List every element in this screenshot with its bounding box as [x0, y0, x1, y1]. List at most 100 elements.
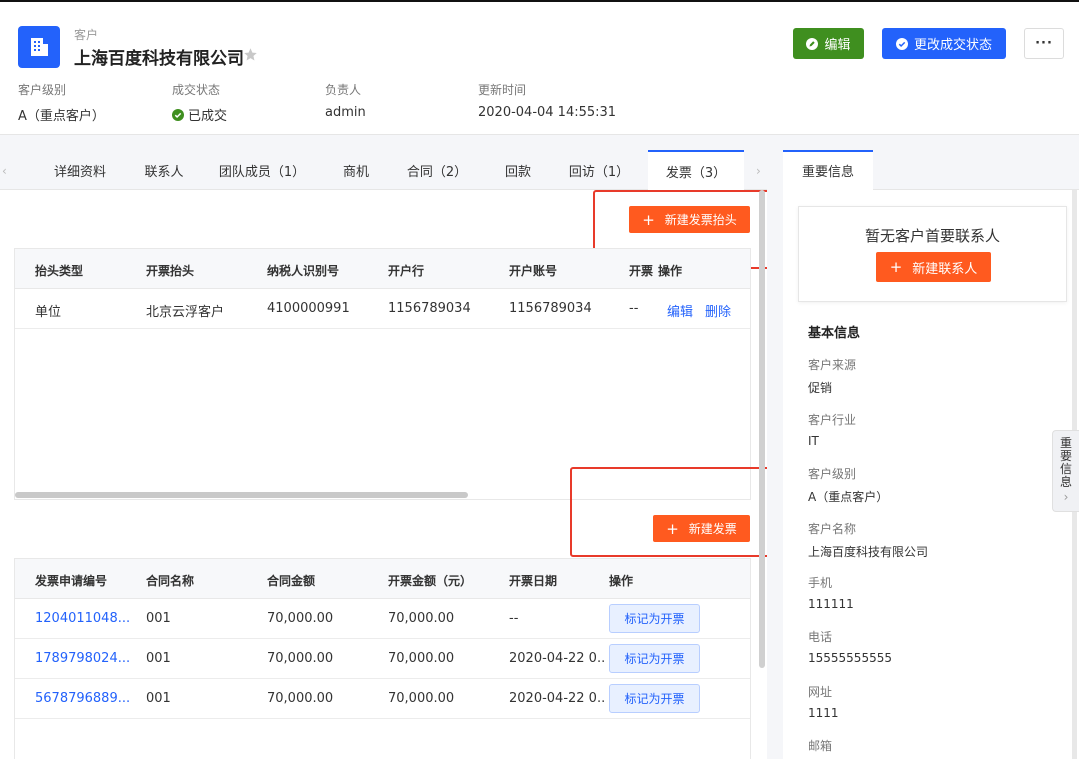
- column-header: 开户行: [388, 264, 425, 278]
- field-label: 客户级别: [808, 467, 857, 481]
- delete-link[interactable]: 删除: [705, 301, 731, 320]
- table-row: 1204011048... 001 70,000.00 70,000.00 --…: [15, 599, 750, 639]
- building-icon: [18, 26, 60, 68]
- column-header: 合同金额: [267, 574, 316, 588]
- tab-contracts[interactable]: 合同（2）: [396, 150, 478, 190]
- invoice-no-link[interactable]: 5678796889...: [35, 691, 130, 706]
- field-value: 111111: [808, 597, 854, 611]
- column-header: 抬头类型: [35, 264, 84, 278]
- cell-date: --: [509, 611, 519, 626]
- meta-updated-label: 更新时间: [478, 83, 527, 97]
- important-info-panel: 重要信息 暂无客户首要联系人 + 新建联系人 基本信息 客户来源 促销 客户行业…: [783, 150, 1079, 759]
- meta-deal-status: 成交状态 已成交: [172, 81, 227, 124]
- field-value: IT: [808, 434, 819, 448]
- tab-bar: ‹ 详细资料 联系人 团队成员（1） 商机 合同（2） 回款 回访（1） 发票（…: [0, 150, 767, 191]
- cell-contract: 001: [146, 691, 171, 706]
- primary-contact-card: 暂无客户首要联系人 + 新建联系人: [798, 206, 1067, 302]
- chevron-right-icon: ›: [1063, 490, 1069, 504]
- breadcrumb: 客户: [74, 28, 99, 42]
- invoice-no-link[interactable]: 1204011048...: [35, 611, 130, 626]
- more-button[interactable]: ···: [1024, 28, 1064, 59]
- customer-header: 客户 上海百度科技有限公司 编辑 更改成交状态 ··· 客户级别 A（重点客户）…: [0, 0, 1079, 135]
- field-value: 1111: [808, 706, 839, 720]
- cell-type: 单位: [35, 305, 62, 320]
- tab-details[interactable]: 详细资料: [40, 150, 120, 190]
- column-header: 开票日期: [509, 574, 558, 588]
- mark-invoiced-button[interactable]: 标记为开票: [609, 684, 700, 713]
- cell-tax-id: 4100000991: [267, 301, 350, 316]
- field-website: 网址 1111: [808, 683, 839, 720]
- meta-owner-value: admin: [325, 105, 366, 120]
- cell-date: 2020-04-22 0...: [509, 691, 605, 706]
- check-circle-icon: [895, 37, 908, 50]
- cell-invoice-amount: 70,000.00: [388, 691, 455, 706]
- field-value: A（重点客户）: [808, 490, 889, 504]
- cell-account: 1156789034: [509, 301, 592, 316]
- column-header: 发票申请编号: [35, 574, 108, 588]
- edit-link[interactable]: 编辑: [667, 301, 693, 320]
- change-status-label: 更改成交状态: [913, 37, 992, 52]
- add-contact-button[interactable]: + 新建联系人: [876, 252, 991, 282]
- edit-button[interactable]: 编辑: [793, 28, 864, 59]
- edit-icon: [806, 37, 819, 50]
- field-label: 电话: [808, 630, 833, 644]
- cell-amount: 70,000.00: [267, 691, 334, 706]
- cell-contract: 001: [146, 651, 171, 666]
- tab-visits[interactable]: 回访（1）: [560, 150, 638, 190]
- cell-contract: 001: [146, 611, 171, 626]
- column-header: 纳税人识别号: [267, 264, 340, 278]
- cell-bank: 1156789034: [388, 301, 471, 316]
- chevron-right-icon[interactable]: ›: [756, 164, 761, 178]
- field-phone: 电话 15555555555: [808, 628, 892, 665]
- horizontal-scrollbar[interactable]: [15, 492, 468, 498]
- field-value: 15555555555: [808, 651, 892, 665]
- invoice-title-table: 抬头类型 开票抬头 纳税人识别号 开户行 开户账号 开票 操作 单位 北京云浮客…: [14, 248, 751, 500]
- column-header: 开票抬头: [146, 264, 195, 278]
- table-header: 发票申请编号 合同名称 合同金额 开票金额（元） 开票日期 操作: [15, 559, 750, 599]
- side-tab-important-info[interactable]: 重要信息 ›: [1052, 430, 1079, 512]
- cell-amount: 70,000.00: [267, 611, 334, 626]
- meta-updated-value: 2020-04-04 14:55:31: [478, 105, 617, 120]
- tab-opportunities[interactable]: 商机: [328, 150, 384, 190]
- cell-invoice-amount: 70,000.00: [388, 651, 455, 666]
- mark-invoiced-button[interactable]: 标记为开票: [609, 644, 700, 673]
- tab-payments[interactable]: 回款: [490, 150, 546, 190]
- field-email: 邮箱: [808, 737, 832, 754]
- right-tab-bar: 重要信息: [783, 150, 1079, 191]
- tab-team[interactable]: 团队成员（1）: [212, 150, 312, 190]
- meta-deal-status-label: 成交状态: [172, 83, 221, 97]
- chevron-left-icon[interactable]: ‹: [2, 164, 7, 178]
- table-header: 抬头类型 开票抬头 纳税人识别号 开户行 开户账号 开票 操作: [15, 249, 750, 289]
- cell-title: 北京云浮客户: [146, 305, 225, 320]
- tab-important-info[interactable]: 重要信息: [783, 150, 873, 191]
- detail-panel: ‹ 详细资料 联系人 团队成员（1） 商机 合同（2） 回款 回访（1） 发票（…: [0, 150, 767, 759]
- column-header: 开户账号: [509, 264, 558, 278]
- column-header: 操作: [609, 574, 634, 588]
- vertical-scrollbar[interactable]: [759, 190, 765, 668]
- field-name: 客户名称 上海百度科技有限公司: [808, 520, 928, 560]
- table-row: 5678796889... 001 70,000.00 70,000.00 20…: [15, 679, 750, 719]
- meta-deal-status-value: 已成交: [188, 109, 228, 124]
- cell-extra: --: [629, 301, 639, 316]
- table-row: 单位 北京云浮客户 4100000991 1156789034 11567890…: [15, 289, 750, 329]
- column-header: 合同名称: [146, 574, 195, 588]
- meta-owner-label: 负责人: [325, 83, 362, 97]
- star-icon[interactable]: [243, 47, 258, 66]
- tab-contacts[interactable]: 联系人: [128, 150, 200, 190]
- field-level: 客户级别 A（重点客户）: [808, 465, 888, 505]
- field-label: 客户名称: [808, 522, 857, 536]
- field-value: 上海百度科技有限公司: [808, 545, 929, 559]
- tab-invoices[interactable]: 发票（3）: [648, 150, 744, 191]
- mark-invoiced-button[interactable]: 标记为开票: [609, 604, 700, 633]
- meta-level-label: 客户级别: [18, 83, 67, 97]
- invoice-table: 发票申请编号 合同名称 合同金额 开票金额（元） 开票日期 操作 1204011…: [14, 558, 751, 759]
- invoice-no-link[interactable]: 1789798024...: [35, 651, 130, 666]
- field-value: 促销: [808, 381, 833, 395]
- field-mobile: 手机 111111: [808, 574, 854, 611]
- change-status-button[interactable]: 更改成交状态: [882, 28, 1006, 59]
- add-contact-label: 新建联系人: [912, 261, 978, 277]
- column-header: 操作: [658, 264, 683, 278]
- field-label: 客户行业: [808, 413, 857, 427]
- cell-date: 2020-04-22 0...: [509, 651, 605, 666]
- field-label: 手机: [808, 576, 833, 590]
